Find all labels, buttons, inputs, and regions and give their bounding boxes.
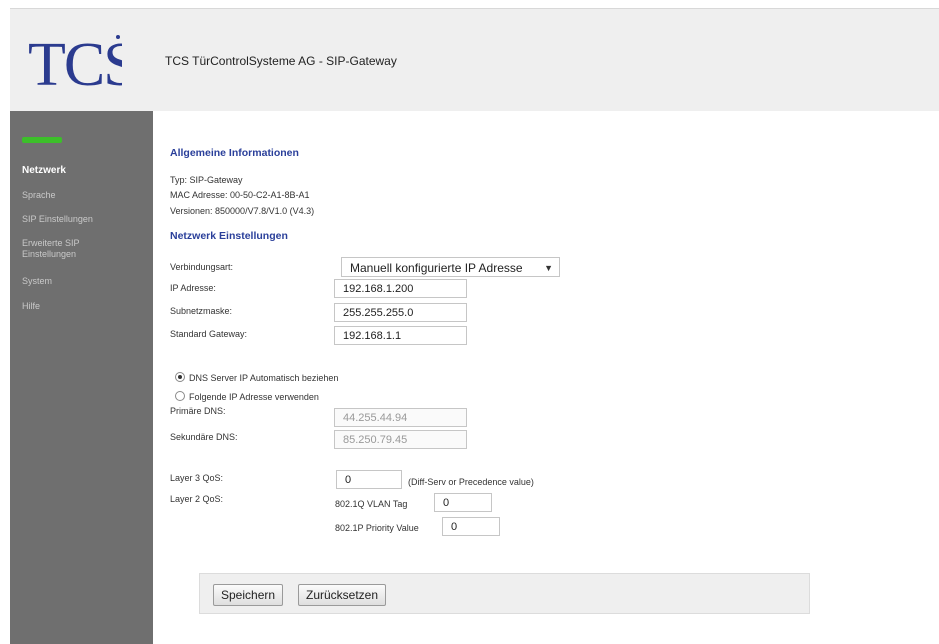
version-info: Versionen: 850000/V7.8/V1.0 (V4.3) bbox=[170, 206, 315, 216]
general-info-title: Allgemeine Informationen bbox=[170, 147, 299, 159]
dns-auto-label: DNS Server IP Automatisch beziehen bbox=[189, 373, 339, 383]
network-settings-title: Netzwerk Einstellungen bbox=[170, 230, 288, 242]
tcs-logo: TCS bbox=[28, 31, 122, 97]
page-header: TCS TCS TürControlSysteme AG - SIP-Gatew… bbox=[10, 8, 939, 112]
ip-address-input[interactable]: 192.168.1.200 bbox=[334, 279, 467, 298]
primary-dns-input[interactable]: 44.255.44.94 bbox=[334, 408, 467, 427]
sidebar-item-sprache[interactable]: Sprache bbox=[22, 190, 56, 201]
dns-manual-label: Folgende IP Adresse verwenden bbox=[189, 392, 319, 402]
sidebar-item-erweiterte-sip[interactable]: Erweiterte SIP Einstellungen bbox=[22, 238, 102, 260]
save-button[interactable]: Speichern bbox=[213, 584, 284, 606]
svg-text:TCS: TCS bbox=[28, 31, 122, 97]
secondary-dns-label: Sekundäre DNS: bbox=[170, 432, 238, 442]
sidebar-status-indicator bbox=[22, 137, 62, 143]
main-content: Allgemeine Informationen Typ: SIP-Gatewa… bbox=[153, 111, 939, 644]
subnet-label: Subnetzmaske: bbox=[170, 306, 233, 316]
secondary-dns-input[interactable]: 85.250.79.45 bbox=[334, 430, 467, 449]
top-margin bbox=[0, 0, 939, 8]
dns-manual-radio[interactable] bbox=[175, 391, 185, 401]
dns-auto-radio[interactable] bbox=[175, 372, 185, 382]
layer2-qos-label: Layer 2 QoS: bbox=[170, 494, 224, 504]
reset-button[interactable]: Zurücksetzen bbox=[298, 584, 387, 606]
gateway-input[interactable]: 192.168.1.1 bbox=[334, 326, 467, 345]
ip-address-label: IP Adresse: bbox=[170, 283, 216, 293]
sidebar-item-netzwerk[interactable]: Netzwerk bbox=[22, 165, 66, 176]
vlan-tag-label: 802.1Q VLAN Tag bbox=[335, 499, 408, 509]
chevron-down-icon: ▼ bbox=[544, 263, 553, 273]
button-bar: Speichern Zurücksetzen bbox=[199, 573, 810, 614]
primary-dns-label: Primäre DNS: bbox=[170, 406, 226, 416]
subnet-input[interactable]: 255.255.255.0 bbox=[334, 303, 467, 322]
connection-type-value: Manuell konfigurierte IP Adresse bbox=[350, 261, 523, 275]
page-title: TCS TürControlSysteme AG - SIP-Gateway bbox=[165, 54, 397, 68]
priority-value-input[interactable]: 0 bbox=[442, 517, 500, 536]
sidebar-item-system[interactable]: System bbox=[22, 276, 52, 287]
priority-value-label: 802.1P Priority Value bbox=[335, 523, 419, 533]
mac-info: MAC Adresse: 00-50-C2-A1-8B-A1 bbox=[170, 190, 310, 200]
connection-type-label: Verbindungsart: bbox=[170, 262, 234, 272]
sidebar-nav: Netzwerk Sprache SIP Einstellungen Erwei… bbox=[10, 111, 153, 644]
type-info: Typ: SIP-Gateway bbox=[170, 175, 243, 185]
sidebar-item-sip-einstellungen[interactable]: SIP Einstellungen bbox=[22, 214, 93, 225]
layer3-qos-label: Layer 3 QoS: bbox=[170, 473, 224, 483]
vlan-tag-input[interactable]: 0 bbox=[434, 493, 492, 512]
connection-type-select[interactable]: Manuell konfigurierte IP Adresse ▼ bbox=[341, 257, 560, 277]
gateway-label: Standard Gateway: bbox=[170, 329, 248, 339]
layer3-qos-input[interactable]: 0 bbox=[336, 470, 402, 489]
layer3-qos-hint: (Diff-Serv or Precedence value) bbox=[408, 477, 534, 487]
sidebar-item-hilfe[interactable]: Hilfe bbox=[22, 301, 40, 312]
